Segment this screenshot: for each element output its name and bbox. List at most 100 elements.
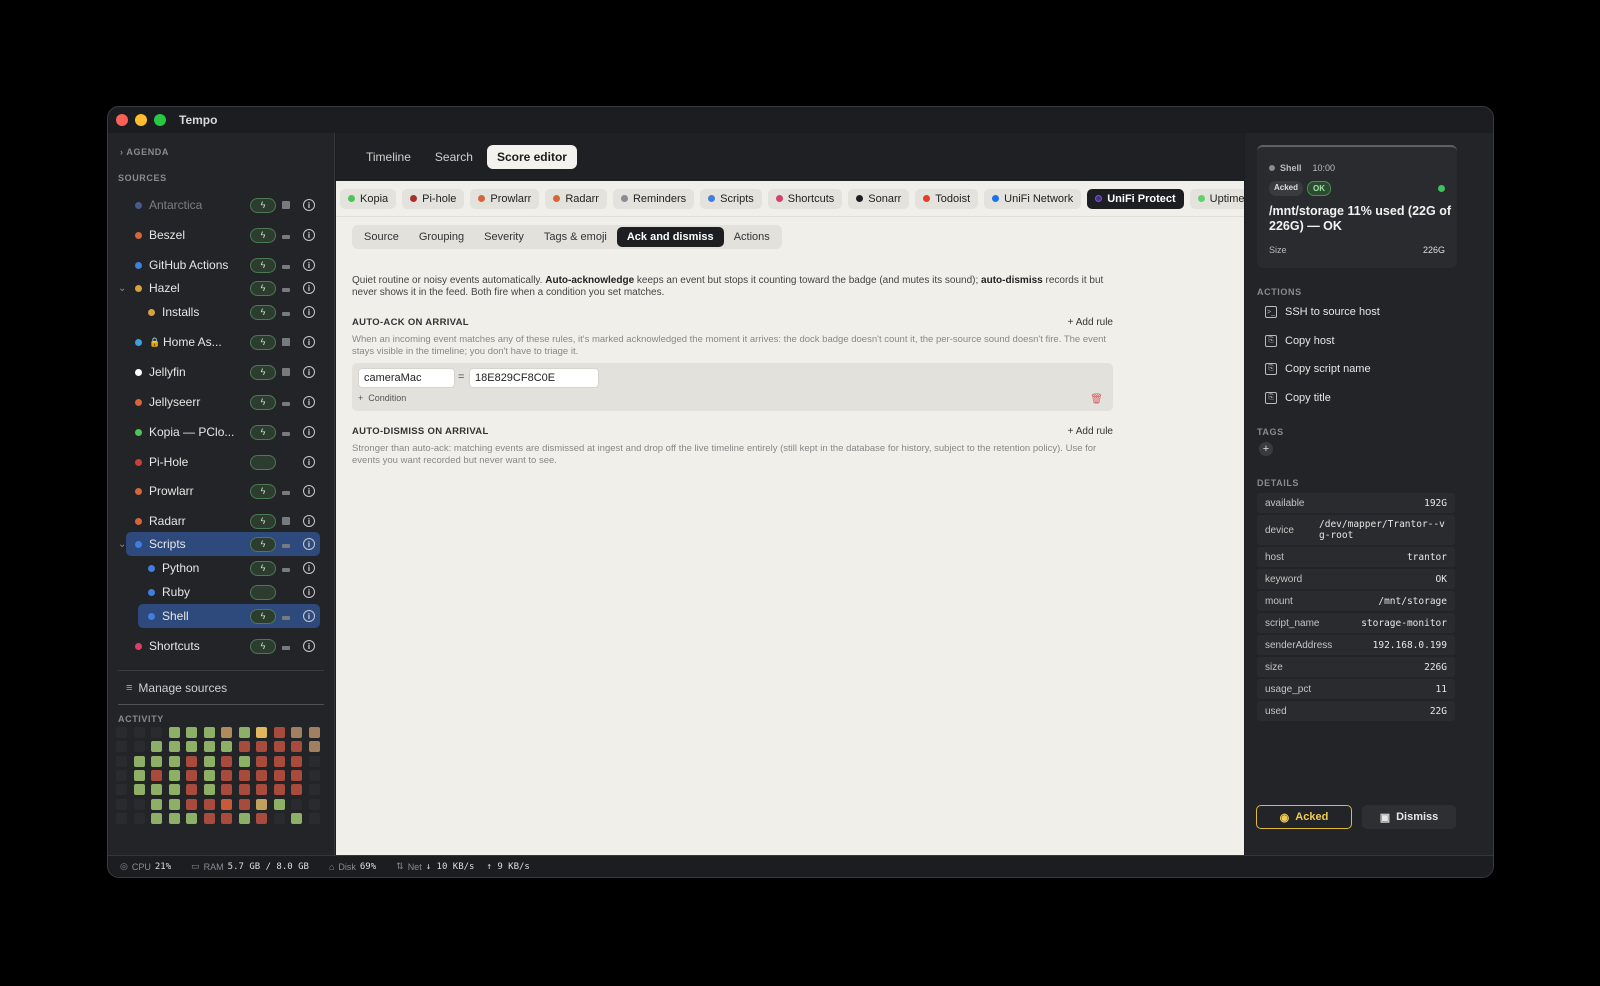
source-chip[interactable]: UniFi Network — [984, 188, 1082, 209]
badge-toggle[interactable] — [282, 402, 290, 406]
source-row[interactable]: Prowlarr ϟ i — [108, 479, 335, 503]
sound-toggle[interactable]: ϟ — [250, 197, 276, 213]
badge-toggle[interactable] — [282, 288, 290, 292]
subtab-severity[interactable]: Severity — [474, 227, 534, 247]
info-icon[interactable]: i — [303, 515, 315, 527]
source-row[interactable]: Sonarrϟi — [108, 664, 335, 669]
action-item[interactable]: ⎘ Copy script name — [1265, 363, 1371, 375]
source-row[interactable]: Kopia — PClo... ϟ i — [108, 420, 335, 444]
sound-toggle[interactable]: ϟ — [250, 227, 276, 243]
info-icon[interactable]: i — [303, 485, 315, 497]
source-row[interactable]: Beszel ϟ i — [108, 223, 335, 247]
badge-toggle[interactable] — [282, 368, 290, 376]
chevron-down-icon[interactable]: ⌄ — [118, 539, 126, 550]
detail-value[interactable]: storage-monitor — [1361, 618, 1447, 629]
badge-toggle[interactable] — [282, 338, 290, 346]
source-row[interactable]: Antarctica ϟ i — [108, 193, 335, 217]
sound-toggle[interactable]: ϟ — [250, 394, 276, 410]
source-row[interactable]: Shortcuts ϟ i — [108, 634, 335, 658]
badge-toggle[interactable] — [282, 517, 290, 525]
rule-field-input[interactable]: cameraMac — [358, 368, 455, 388]
sound-toggle[interactable]: ϟ — [250, 513, 276, 529]
add-tag-button[interactable]: + — [1259, 442, 1273, 456]
detail-value[interactable]: 22G — [1430, 706, 1447, 717]
add-condition-button[interactable]: + Condition — [358, 393, 406, 403]
sound-toggle[interactable]: ϟ — [250, 334, 276, 350]
info-icon[interactable]: i — [303, 229, 315, 241]
source-chip[interactable]: Scripts — [700, 188, 762, 209]
info-icon[interactable]: i — [303, 538, 315, 550]
detail-value[interactable]: 192.168.0.199 — [1373, 640, 1447, 651]
badge-toggle[interactable] — [282, 265, 290, 269]
info-icon[interactable]: i — [303, 562, 315, 574]
badge-toggle[interactable] — [282, 616, 290, 620]
sound-toggle[interactable]: ϟ — [250, 424, 276, 440]
badge-toggle[interactable] — [282, 201, 290, 209]
source-chip[interactable]: UniFi Protect — [1087, 188, 1184, 209]
info-icon[interactable]: i — [303, 610, 315, 622]
info-icon[interactable]: i — [303, 396, 315, 408]
action-item[interactable]: ⎘ Copy title — [1265, 391, 1331, 404]
source-chip[interactable]: Todoist — [915, 188, 979, 209]
badge-toggle[interactable] — [282, 568, 290, 572]
chevron-down-icon[interactable]: ⌄ — [118, 283, 126, 294]
sound-toggle[interactable] — [250, 454, 276, 470]
detail-value[interactable]: 11 — [1436, 684, 1447, 695]
subtab-ack-and-dismiss[interactable]: Ack and dismiss — [616, 227, 724, 247]
source-chip[interactable]: Kopia — [340, 188, 397, 209]
source-chip[interactable]: Radarr — [545, 188, 607, 209]
badge-toggle[interactable] — [282, 235, 290, 239]
source-chip[interactable]: Shortcuts — [767, 188, 843, 209]
zoom-window-button[interactable] — [154, 114, 166, 126]
minimize-window-button[interactable] — [135, 114, 147, 126]
tab-score-editor[interactable]: Score editor — [486, 145, 577, 169]
subtab-actions[interactable]: Actions — [724, 227, 780, 247]
source-row[interactable]: Python ϟ i — [108, 556, 335, 580]
badge-toggle[interactable] — [282, 432, 290, 436]
source-chip[interactable]: Reminders — [612, 188, 695, 209]
badge-toggle[interactable] — [282, 491, 290, 495]
source-row[interactable]: ⌄ Hazel ϟ i — [108, 276, 335, 300]
detail-value[interactable]: trantor — [1407, 552, 1447, 563]
sound-toggle[interactable]: ϟ — [250, 560, 276, 576]
info-icon[interactable]: i — [303, 282, 315, 294]
source-row[interactable]: Installs ϟ i — [108, 300, 335, 324]
source-row[interactable]: Radarr ϟ i — [108, 509, 335, 533]
info-icon[interactable]: i — [303, 336, 315, 348]
subtab-grouping[interactable]: Grouping — [409, 227, 474, 247]
sound-toggle[interactable]: ϟ — [250, 304, 276, 320]
tab-timeline[interactable]: Timeline — [356, 145, 421, 169]
sound-toggle[interactable]: ϟ — [250, 668, 276, 669]
sound-toggle[interactable]: ϟ — [250, 536, 276, 552]
source-row[interactable]: Ruby i — [108, 580, 335, 604]
action-item[interactable]: >_ SSH to source host — [1265, 306, 1380, 318]
info-icon[interactable]: i — [303, 306, 315, 318]
source-row[interactable]: Jellyfin ϟ i — [108, 360, 335, 384]
info-icon[interactable]: i — [303, 586, 315, 598]
sound-toggle[interactable]: ϟ — [250, 608, 276, 624]
manage-sources-button[interactable]: ≡ Manage sources — [126, 681, 227, 695]
action-item[interactable]: ⎘ Copy host — [1265, 334, 1335, 347]
source-row[interactable]: GitHub Actions ϟ i — [108, 253, 335, 277]
source-row[interactable]: Jellyseerr ϟ i — [108, 390, 335, 414]
source-chip[interactable]: Sonarr — [848, 188, 910, 209]
source-row[interactable]: 🔒 Home As... ϟ i — [108, 330, 335, 354]
rule-value-input[interactable]: 18E829CF8C0E — [469, 368, 599, 388]
info-icon[interactable]: i — [303, 426, 315, 438]
sound-toggle[interactable]: ϟ — [250, 364, 276, 380]
close-window-button[interactable] — [116, 114, 128, 126]
acked-button[interactable]: ◉ Acked — [1256, 805, 1352, 829]
sound-toggle[interactable]: ϟ — [250, 483, 276, 499]
badge-toggle[interactable] — [282, 544, 290, 548]
dismiss-button[interactable]: ▣ Dismiss — [1362, 805, 1456, 829]
detail-value[interactable]: 192G — [1424, 498, 1447, 509]
info-icon[interactable]: i — [303, 259, 315, 271]
source-chip[interactable]: Uptime Kuma — [1189, 188, 1244, 209]
sound-toggle[interactable] — [250, 584, 276, 600]
info-icon[interactable]: i — [303, 640, 315, 652]
sound-toggle[interactable]: ϟ — [250, 638, 276, 654]
badge-toggle[interactable] — [282, 312, 290, 316]
detail-value[interactable]: 226G — [1424, 662, 1447, 673]
subtab-tags-emoji[interactable]: Tags & emoji — [534, 227, 617, 247]
delete-rule-trash-icon[interactable]: 🗑 — [1090, 394, 1103, 405]
